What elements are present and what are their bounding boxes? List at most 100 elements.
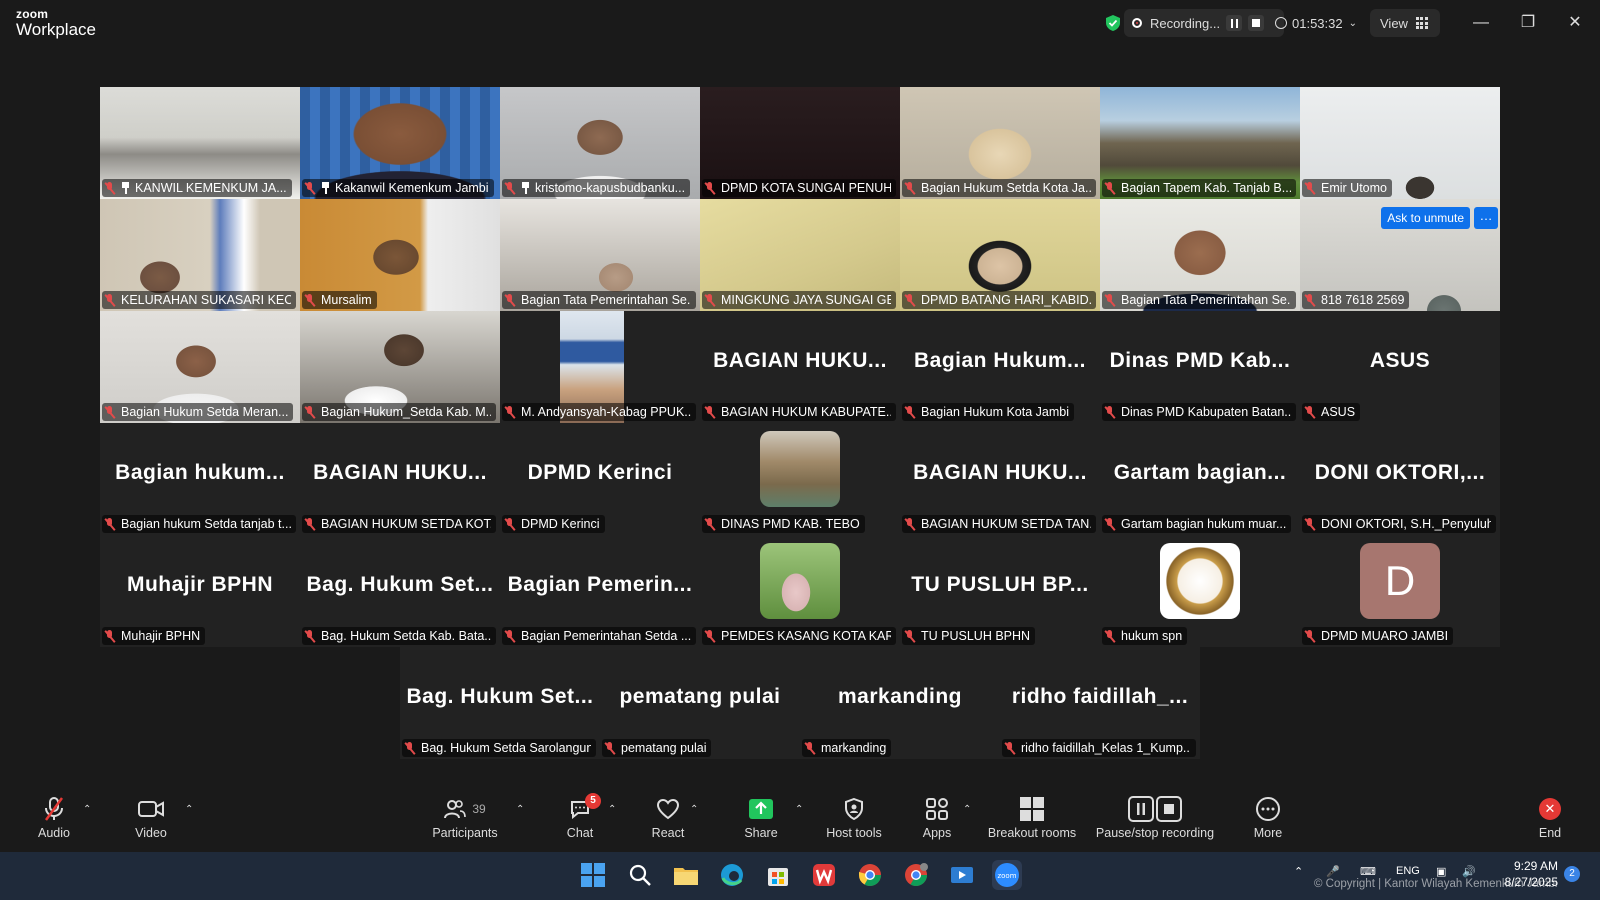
participant-tile[interactable]: DONI OKTORI,... DONI OKTORI, S.H._Penyulu… bbox=[1300, 423, 1500, 535]
keyboard-icon[interactable]: ⌨ bbox=[1360, 865, 1376, 878]
chrome-profile-icon[interactable] bbox=[901, 860, 931, 890]
participant-tile[interactable]: Dinas PMD Kab... Dinas PMD Kabupaten Bata… bbox=[1100, 311, 1300, 423]
microphone-tray-icon[interactable]: 🎤 bbox=[1326, 865, 1340, 878]
close-button[interactable]: ✕ bbox=[1564, 12, 1586, 34]
video-button[interactable]: Video bbox=[130, 790, 172, 848]
share-screen-icon bbox=[748, 796, 774, 822]
participant-name: Bagian Hukum Setda Kota Ja... bbox=[921, 181, 1091, 195]
participant-tile[interactable]: D DPMD MUARO JAMBI bbox=[1300, 535, 1500, 647]
participant-tile[interactable]: DPMD Kerinci DPMD Kerinci bbox=[500, 423, 700, 535]
breakout-rooms-button[interactable]: Breakout rooms bbox=[985, 790, 1079, 848]
pause-recording-button[interactable] bbox=[1226, 15, 1243, 31]
participant-tile[interactable]: DPMD KOTA SUNGAI PENUH bbox=[700, 87, 900, 199]
participant-tile[interactable]: M. Andyansyah-Kabag PPUK... bbox=[500, 311, 700, 423]
security-shield-icon[interactable] bbox=[1104, 14, 1122, 32]
participant-tile[interactable]: Bagian Tata Pemerintahan Se... bbox=[1100, 199, 1300, 311]
language-indicator[interactable]: ENG bbox=[1396, 865, 1420, 877]
mic-muted-icon bbox=[105, 405, 115, 419]
participant-tile[interactable]: Emir Utomo bbox=[1300, 87, 1500, 199]
participant-tile[interactable]: PEMDES KASANG KOTA KAR... bbox=[700, 535, 900, 647]
end-button[interactable]: ✕ End bbox=[1532, 790, 1568, 848]
participant-tile[interactable]: Muhajir BPHN Muhajir BPHN bbox=[100, 535, 300, 647]
apps-options-chevron-icon[interactable]: ⌃ bbox=[963, 804, 971, 815]
chrome-icon[interactable] bbox=[855, 860, 885, 890]
participant-name-label: 818 7618 2569 bbox=[1302, 291, 1410, 309]
participants-button[interactable]: 39 Participants bbox=[428, 790, 502, 848]
recording-indicator[interactable]: Recording... bbox=[1124, 9, 1284, 37]
view-button[interactable]: View bbox=[1370, 9, 1440, 37]
participant-tile[interactable]: Bagian hukum... Bagian hukum Setda tanjab… bbox=[100, 423, 300, 535]
grid-icon bbox=[1415, 17, 1428, 29]
microsoft-store-icon[interactable] bbox=[763, 860, 793, 890]
volume-icon[interactable]: 🔊 bbox=[1462, 865, 1476, 878]
edge-browser-icon[interactable] bbox=[717, 860, 747, 890]
react-options-chevron-icon[interactable]: ⌃ bbox=[690, 804, 698, 815]
chat-button[interactable]: 5 Chat bbox=[560, 790, 601, 848]
participant-tile[interactable]: ridho faidillah_... ridho faidillah_Kelas… bbox=[1000, 647, 1200, 759]
show-hidden-icons-chevron-icon[interactable]: ⌃ bbox=[1294, 865, 1303, 878]
participant-tile[interactable]: BAGIAN HUKU... BAGIAN HUKUM KABUPATE... bbox=[700, 311, 900, 423]
notification-badge[interactable]: 2 bbox=[1564, 866, 1580, 882]
participant-tile[interactable]: Bagian Tata Pemerintahan Se... bbox=[500, 199, 700, 311]
chat-options-chevron-icon[interactable]: ⌃ bbox=[608, 804, 616, 815]
windows-start-icon[interactable] bbox=[578, 860, 608, 890]
participant-tile[interactable]: Bagian Tapem Kab. Tanjab B... bbox=[1100, 87, 1300, 199]
wps-office-icon[interactable] bbox=[809, 860, 839, 890]
participant-tile[interactable]: kristomo-kapusbudbanku... bbox=[500, 87, 700, 199]
search-icon[interactable] bbox=[625, 860, 655, 890]
stop-recording-button[interactable] bbox=[1248, 15, 1265, 31]
participant-tile[interactable]: Gartam bagian... Gartam bagian hukum muar… bbox=[1100, 423, 1300, 535]
apps-button[interactable]: Apps bbox=[917, 790, 957, 848]
zoom-app-icon[interactable]: zoom bbox=[992, 860, 1022, 890]
video-options-chevron-icon[interactable]: ⌃ bbox=[185, 804, 193, 815]
participant-name-label: DPMD KOTA SUNGAI PENUH bbox=[702, 179, 896, 197]
participant-tile[interactable]: KELURAHAN SUKASARI KEC. ... bbox=[100, 199, 300, 311]
participant-tile[interactable]: Bagian Hukum Setda Meran... bbox=[100, 311, 300, 423]
tile-more-options-icon[interactable]: … bbox=[1474, 207, 1498, 229]
share-button[interactable]: Share bbox=[741, 790, 781, 848]
more-dots-icon bbox=[1255, 796, 1281, 822]
mic-muted-icon bbox=[905, 405, 915, 419]
participant-name-label: BAGIAN HUKUM KABUPATE... bbox=[702, 403, 896, 421]
shield-icon bbox=[844, 796, 864, 822]
ask-to-unmute-button[interactable]: Ask to unmute bbox=[1381, 207, 1470, 229]
participant-tile[interactable]: TU PUSLUH BP... TU PUSLUH BPHN bbox=[900, 535, 1100, 647]
participant-tile[interactable]: DINAS PMD KAB. TEBO bbox=[700, 423, 900, 535]
participant-tile[interactable]: Bag. Hukum Set... Bag. Hukum Setda Sarola… bbox=[400, 647, 600, 759]
media-app-icon[interactable] bbox=[947, 860, 977, 890]
participant-tile[interactable]: Bagian Pemerin... Bagian Pemerintahan Set… bbox=[500, 535, 700, 647]
share-options-chevron-icon[interactable]: ⌃ bbox=[795, 804, 803, 815]
participant-tile[interactable]: pematang pulai pematang pulai bbox=[600, 647, 800, 759]
participant-tile[interactable]: ASUS ASUS bbox=[1300, 311, 1500, 423]
participant-tile[interactable]: BAGIAN HUKU... BAGIAN HUKUM SETDA TAN... bbox=[900, 423, 1100, 535]
participant-tile[interactable]: Mursalim bbox=[300, 199, 500, 311]
react-button[interactable]: React bbox=[648, 790, 688, 848]
more-button[interactable]: More bbox=[1248, 790, 1288, 848]
participant-tile[interactable]: Bag. Hukum Set... Bag. Hukum Setda Kab. B… bbox=[300, 535, 500, 647]
file-explorer-icon[interactable] bbox=[671, 860, 701, 890]
participant-tile[interactable]: Bagian Hukum... Bagian Hukum Kota Jambi bbox=[900, 311, 1100, 423]
network-icon[interactable]: ▣ bbox=[1436, 865, 1446, 878]
participant-tile[interactable]: Ask to unmute… 818 7618 2569 bbox=[1300, 199, 1500, 311]
pin-icon bbox=[121, 182, 130, 194]
host-tools-button[interactable]: Host tools bbox=[822, 790, 886, 848]
mic-muted-icon bbox=[305, 293, 315, 307]
participant-tile[interactable]: KANWIL KEMENKUM JA... bbox=[100, 87, 300, 199]
participant-tile[interactable]: hukum spn bbox=[1100, 535, 1300, 647]
restore-button[interactable]: ❐ bbox=[1517, 12, 1539, 34]
participant-tile[interactable]: Bagian Hukum_Setda Kab. M... bbox=[300, 311, 500, 423]
participant-name: Emir Utomo bbox=[1321, 181, 1387, 195]
meeting-timer[interactable]: 01:53:32 ⌄ bbox=[1275, 9, 1361, 37]
participant-tile[interactable]: BAGIAN HUKU... BAGIAN HUKUM SETDA KOT... bbox=[300, 423, 500, 535]
minimize-button[interactable]: — bbox=[1470, 12, 1492, 34]
pause-stop-recording-button[interactable]: Pause/stop recording bbox=[1093, 790, 1217, 848]
participant-tile[interactable]: Bagian Hukum Setda Kota Ja... bbox=[900, 87, 1100, 199]
participant-tile[interactable]: DPMD BATANG HARI_KABID... bbox=[900, 199, 1100, 311]
participant-tile[interactable]: markanding markanding bbox=[800, 647, 1000, 759]
participants-options-chevron-icon[interactable]: ⌃ bbox=[516, 804, 524, 815]
participant-tile[interactable]: MINGKUNG JAYA SUNGAI GE... bbox=[700, 199, 900, 311]
audio-button[interactable]: Audio bbox=[34, 790, 74, 848]
audio-options-chevron-icon[interactable]: ⌃ bbox=[83, 804, 91, 815]
participant-name-label: Mursalim bbox=[302, 291, 377, 309]
participant-tile[interactable]: Kakanwil Kemenkum Jambi bbox=[300, 87, 500, 199]
